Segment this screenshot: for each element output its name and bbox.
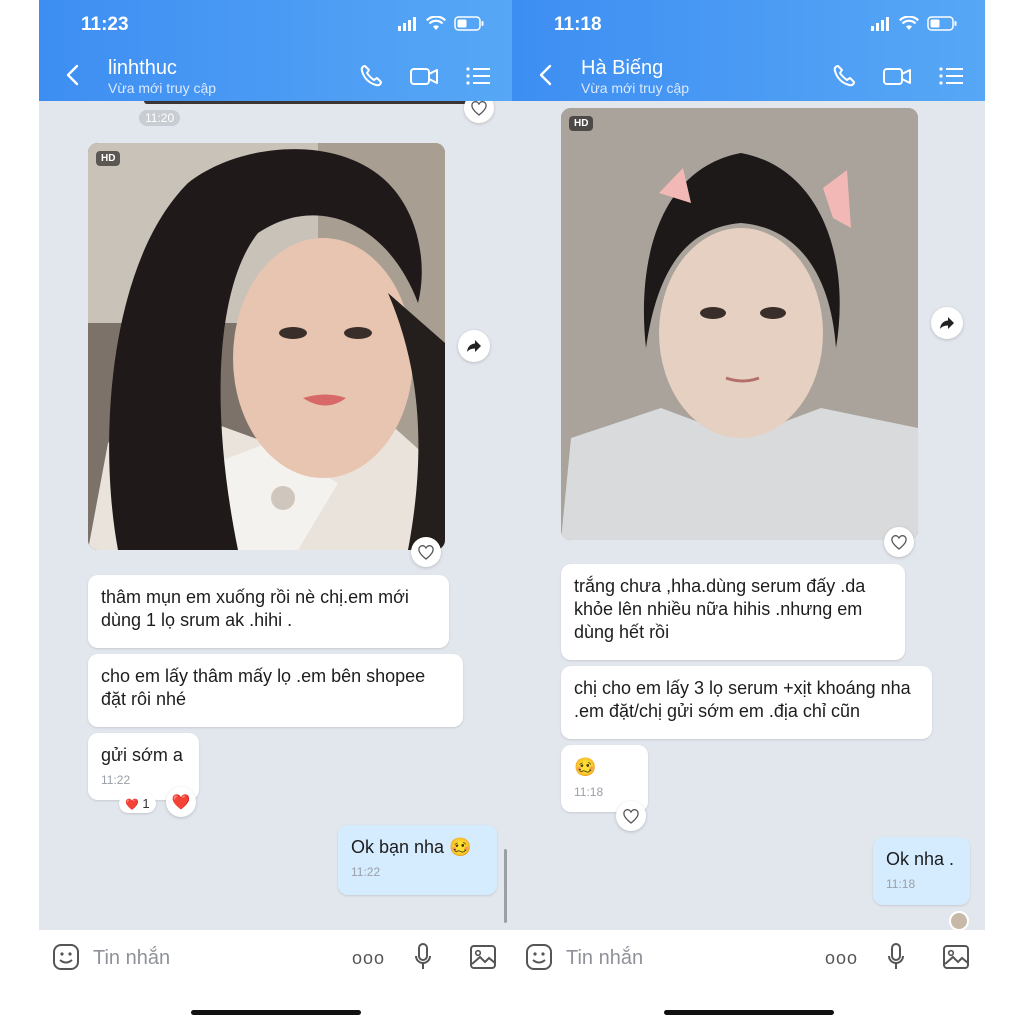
message-text: Ok nha . <box>886 849 955 869</box>
heart-icon[interactable] <box>884 527 914 557</box>
message-time: 11:18 <box>886 877 916 891</box>
share-icon[interactable] <box>931 307 963 339</box>
status-icons <box>871 16 957 31</box>
phone-icon[interactable] <box>830 62 860 90</box>
message-text: gửi sớm a <box>101 745 183 765</box>
incoming-message[interactable]: thâm mụn em xuống rồi nè chị.em mới dùng… <box>88 575 449 648</box>
battery-icon <box>927 16 957 31</box>
status-icons <box>398 16 484 31</box>
timestamp: 11:20 <box>139 110 181 126</box>
message-text: chị cho em lấy 3 lọ serum +xịt khoáng nh… <box>574 678 911 721</box>
message-composer: Tin nhắn ooo <box>39 930 512 1024</box>
hd-badge: HD <box>96 151 121 166</box>
selfie-photo[interactable]: HD <box>88 143 445 550</box>
sticker-icon[interactable] <box>52 943 80 971</box>
video-icon[interactable] <box>409 62 439 90</box>
message-text: thâm mụn em xuống rồi nè chị.em mới dùng… <box>101 587 409 630</box>
hd-badge: HD <box>569 116 594 131</box>
microphone-icon[interactable] <box>414 942 432 972</box>
message-input[interactable]: Tin nhắn <box>93 947 170 970</box>
previous-photo-edge <box>144 101 469 104</box>
signal-icon <box>871 16 889 31</box>
image-icon[interactable] <box>469 943 497 971</box>
outgoing-message[interactable]: Ok nha . 11:18 <box>873 837 970 905</box>
wifi-icon <box>426 16 446 30</box>
photo-image <box>561 108 918 540</box>
left-chat-screen: 11:23 linhthuc Vừa mới truy cập 11:20 HD… <box>39 0 512 1024</box>
contact-status: Vừa mới truy cập <box>108 80 217 96</box>
message-time: 11:18 <box>574 785 604 799</box>
chat-header: 11:18 Hà Biếng Vừa mới truy cập <box>512 0 985 101</box>
message-text: cho em lấy thâm mấy lọ .em bên shopee đặ… <box>101 666 426 709</box>
home-indicator[interactable] <box>664 1010 834 1015</box>
message-composer: Tin nhắn ooo <box>512 930 985 1024</box>
message-text: Ok bạn nha <box>351 837 445 857</box>
wifi-icon <box>899 16 919 30</box>
right-chat-screen: 11:18 Hà Biếng Vừa mới truy cập HD trắng… <box>512 0 985 1024</box>
heart-icon[interactable] <box>464 101 494 123</box>
more-options-icon[interactable]: ooo <box>825 948 858 969</box>
scrollbar[interactable] <box>504 849 507 923</box>
status-time: 11:23 <box>81 14 129 35</box>
outgoing-message[interactable]: Ok bạn nha 🥴 11:22 <box>338 825 497 895</box>
emoji: 🥴 <box>449 837 472 857</box>
message-time: 11:22 <box>101 773 131 787</box>
seen-avatar <box>949 911 969 930</box>
message-time: 11:22 <box>351 865 381 879</box>
menu-icon[interactable] <box>937 62 967 90</box>
message-text: trắng chưa ,hha.dùng serum đấy .da khỏe … <box>574 576 866 642</box>
back-icon[interactable] <box>61 62 87 88</box>
contact-name[interactable]: Hà Biếng <box>581 57 663 80</box>
chat-header: 11:23 linhthuc Vừa mới truy cập <box>39 0 512 101</box>
heart-icon[interactable] <box>411 537 441 567</box>
reaction-number: 1 <box>142 796 150 811</box>
reaction-count[interactable]: ❤️ 1 <box>119 794 156 813</box>
more-options-icon[interactable]: ooo <box>352 948 385 969</box>
incoming-message[interactable]: chị cho em lấy 3 lọ serum +xịt khoáng nh… <box>561 666 932 739</box>
emoji: 🥴 <box>574 757 597 777</box>
microphone-icon[interactable] <box>887 942 905 972</box>
video-icon[interactable] <box>882 62 912 90</box>
status-time: 11:18 <box>554 14 602 35</box>
heart-reaction-button[interactable]: ❤️ <box>166 787 196 817</box>
heart-icon[interactable] <box>616 801 646 831</box>
contact-name[interactable]: linhthuc <box>108 57 177 80</box>
heart-reaction-icon: ❤️ <box>125 799 139 811</box>
signal-icon <box>398 16 416 31</box>
contact-status: Vừa mới truy cập <box>581 80 690 96</box>
incoming-message[interactable]: trắng chưa ,hha.dùng serum đấy .da khỏe … <box>561 564 905 660</box>
home-indicator[interactable] <box>191 1010 361 1015</box>
message-input[interactable]: Tin nhắn <box>566 947 643 970</box>
message-list[interactable]: HD trắng chưa ,hha.dùng serum đấy .da kh… <box>512 101 985 930</box>
sticker-icon[interactable] <box>525 943 553 971</box>
message-list[interactable]: 11:20 HD thâm mụn em xuống rồi nè chị.em… <box>39 101 512 930</box>
incoming-message[interactable]: cho em lấy thâm mấy lọ .em bên shopee đặ… <box>88 654 463 727</box>
menu-icon[interactable] <box>464 62 494 90</box>
battery-icon <box>454 16 484 31</box>
photo-image <box>88 143 445 550</box>
image-icon[interactable] <box>942 943 970 971</box>
back-icon[interactable] <box>534 62 560 88</box>
phone-icon[interactable] <box>357 62 387 90</box>
share-icon[interactable] <box>458 330 490 362</box>
selfie-photo[interactable]: HD <box>561 108 918 540</box>
